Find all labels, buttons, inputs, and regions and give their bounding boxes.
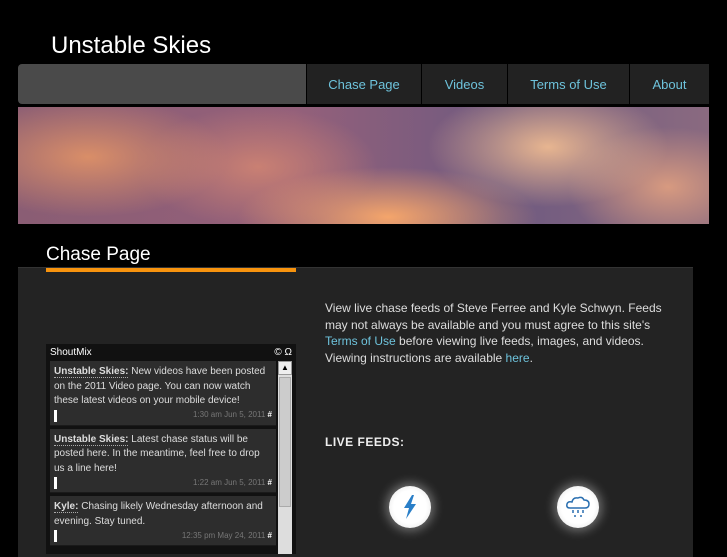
- shoutbox-scrollbar[interactable]: ▲: [278, 361, 292, 554]
- intro-part1: View live chase feeds of Steve Ferree an…: [325, 301, 662, 332]
- shoutbox: ShoutMix © Ω Unstable Skies: New videos h…: [46, 344, 296, 554]
- shout-text: Chasing likely Wednesday afternoon and e…: [54, 501, 263, 527]
- shout-bar: [54, 530, 57, 542]
- shout-time: 12:35 pm May 24, 2011: [181, 530, 266, 540]
- shout-author[interactable]: Unstable Skies:: [54, 366, 129, 378]
- shout-author[interactable]: Kyle:: [54, 501, 79, 513]
- shout-permalink[interactable]: #: [268, 410, 272, 419]
- scroll-thumb[interactable]: [279, 377, 291, 507]
- scroll-up-arrow-icon[interactable]: ▲: [278, 361, 292, 375]
- page-heading: Chase Page: [46, 244, 151, 265]
- nav-about[interactable]: About: [629, 64, 709, 104]
- shoutbox-header-icons[interactable]: © Ω: [274, 347, 292, 358]
- heading-underline: [46, 268, 296, 272]
- nav-videos[interactable]: Videos: [421, 64, 507, 104]
- rain-cloud-icon[interactable]: [557, 486, 599, 528]
- main-nav: Chase Page Videos Terms of Use About: [18, 64, 709, 104]
- nav-chase-page[interactable]: Chase Page: [306, 64, 421, 104]
- shoutbox-title: ShoutMix: [50, 346, 92, 358]
- shout-author[interactable]: Unstable Skies:: [54, 433, 129, 446]
- shout-time: 1:22 am Jun 5, 2011: [192, 477, 266, 487]
- live-feeds-label: LIVE FEEDS:: [325, 435, 405, 449]
- site-title: Unstable Skies: [51, 32, 212, 59]
- shout-bar: [54, 409, 57, 422]
- shout-message: Unstable Skies: New videos have been pos…: [50, 361, 276, 426]
- intro-text: View live chase feeds of Steve Ferree an…: [325, 300, 675, 366]
- terms-link[interactable]: Terms of Use: [325, 334, 396, 348]
- intro-part3: .: [529, 350, 533, 365]
- sky-banner-image: [18, 107, 709, 224]
- nav-terms-of-use[interactable]: Terms of Use: [507, 64, 629, 104]
- shout-bar: [54, 477, 57, 489]
- shout-time: 1:30 am Jun 5, 2011: [192, 410, 266, 420]
- shout-permalink[interactable]: #: [268, 478, 272, 487]
- here-link[interactable]: here: [506, 351, 530, 365]
- shout-permalink[interactable]: #: [268, 531, 272, 540]
- shout-message: Unstable Skies: Latest chase status will…: [50, 428, 276, 493]
- shout-message: Kyle: Chasing likely Wednesday afternoon…: [50, 496, 276, 546]
- lightning-icon[interactable]: [389, 486, 431, 528]
